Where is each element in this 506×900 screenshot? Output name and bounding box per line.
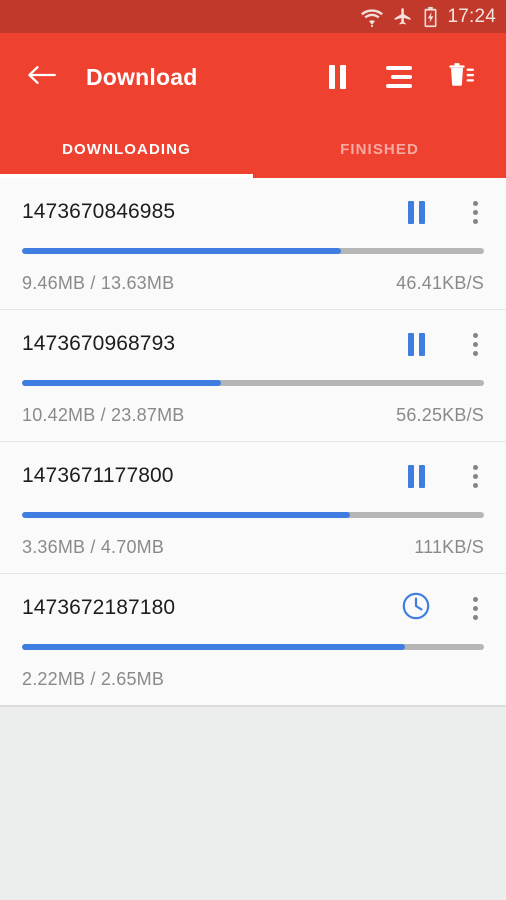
download-item-actions	[400, 327, 484, 361]
trash-icon	[446, 61, 476, 94]
pause-icon	[407, 464, 425, 488]
download-item[interactable]: 1473672187180 2.22MB / 2.65MB	[0, 574, 506, 706]
progress-bar	[22, 644, 484, 650]
app-bar-actions	[320, 59, 490, 95]
progress-fill	[22, 380, 221, 386]
download-size: 10.42MB / 23.87MB	[22, 405, 185, 425]
download-overflow-button[interactable]	[462, 327, 488, 361]
download-item-footer: 9.46MB / 13.63MB 46.41KB/S	[22, 273, 484, 294]
pause-icon	[328, 65, 346, 89]
download-name: 1473670846985	[22, 200, 176, 223]
app-bar-top-row: Download	[0, 33, 506, 121]
queued-download-button[interactable]	[400, 591, 432, 625]
progress-bar	[22, 248, 484, 254]
download-item-header: 1473670968793	[22, 310, 484, 378]
back-arrow-icon	[27, 63, 57, 92]
download-item-header: 1473670846985	[22, 178, 484, 246]
download-name: 1473671177800	[22, 464, 174, 487]
app-bar: Download DOWNLOADING FINISHED	[0, 33, 506, 178]
download-overflow-button[interactable]	[462, 195, 488, 229]
download-item[interactable]: 1473670846985 9.46MB / 13.63MB 46.41KB/S	[0, 178, 506, 310]
pause-all-button[interactable]	[320, 59, 354, 95]
download-size: 3.36MB / 4.70MB	[22, 537, 165, 557]
wifi-icon	[361, 7, 384, 27]
download-speed: 111KB/S	[414, 537, 484, 557]
download-item[interactable]: 1473670968793 10.42MB / 23.87MB 56.25KB/…	[0, 310, 506, 442]
delete-button[interactable]	[444, 59, 478, 95]
tab-downloading[interactable]: DOWNLOADING	[0, 121, 253, 178]
download-speed: 56.25KB/S	[396, 405, 484, 425]
sort-icon	[386, 66, 412, 88]
download-overflow-button[interactable]	[462, 591, 488, 625]
download-item-footer: 3.36MB / 4.70MB 111KB/S	[22, 537, 484, 558]
download-item-actions	[400, 591, 484, 625]
download-item-actions	[400, 459, 484, 493]
download-item-header: 1473671177800	[22, 442, 484, 510]
download-overflow-button[interactable]	[462, 459, 488, 493]
back-button[interactable]	[20, 55, 64, 99]
clock-icon	[401, 591, 431, 626]
download-item-footer: 2.22MB / 2.65MB	[22, 669, 484, 690]
pause-download-button[interactable]	[400, 327, 432, 361]
download-speed: 46.41KB/S	[396, 273, 484, 293]
download-item-actions	[400, 195, 484, 229]
download-name: 1473670968793	[22, 332, 176, 355]
pause-icon	[407, 332, 425, 356]
download-manager-screen: 17:24 Download DOWNLOADING FINISHED 1473…	[0, 0, 506, 900]
status-clock: 17:24	[447, 5, 496, 27]
download-item-header: 1473672187180	[22, 574, 484, 642]
download-name: 1473672187180	[22, 596, 176, 619]
status-bar: 17:24	[0, 0, 506, 33]
empty-area	[0, 706, 506, 884]
download-item-footer: 10.42MB / 23.87MB 56.25KB/S	[22, 405, 484, 426]
sort-button[interactable]	[382, 59, 416, 95]
battery-charging-icon	[423, 6, 438, 28]
pause-download-button[interactable]	[400, 195, 432, 229]
download-size: 2.22MB / 2.65MB	[22, 669, 165, 689]
airplane-mode-icon	[392, 7, 414, 27]
pause-download-button[interactable]	[400, 459, 432, 493]
tab-finished[interactable]: FINISHED	[253, 121, 506, 178]
page-title: Download	[86, 63, 198, 90]
pause-icon	[407, 200, 425, 224]
progress-bar	[22, 512, 484, 518]
download-size: 9.46MB / 13.63MB	[22, 273, 175, 293]
progress-fill	[22, 512, 351, 518]
progress-bar	[22, 380, 484, 386]
download-item[interactable]: 1473671177800 3.36MB / 4.70MB 111KB/S	[0, 442, 506, 574]
progress-fill	[22, 248, 341, 254]
progress-fill	[22, 644, 406, 650]
tab-bar: DOWNLOADING FINISHED	[0, 121, 506, 178]
download-list: 1473670846985 9.46MB / 13.63MB 46.41KB/S	[0, 178, 506, 706]
